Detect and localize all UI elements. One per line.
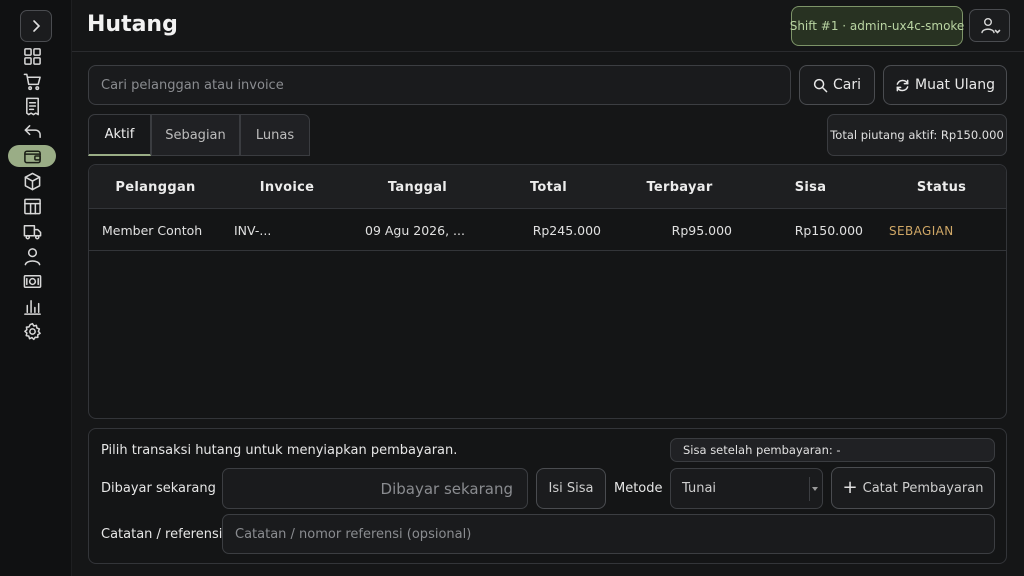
method-label: Metode: [614, 481, 663, 496]
total-active-badge: Total piutang aktif: Rp150.000: [827, 114, 1007, 156]
bar-chart-icon: [23, 299, 41, 315]
note-label: Catatan / referensi: [101, 527, 223, 542]
gear-icon: [23, 322, 41, 340]
status-badge: SEBAGIAN: [889, 223, 954, 238]
tab-sebagian[interactable]: Sebagian: [151, 114, 240, 156]
tab-lunas[interactable]: Lunas: [240, 114, 310, 156]
plus-icon: +: [842, 477, 858, 498]
user-icon: [980, 17, 1000, 34]
sidebar-item-customers[interactable]: [8, 245, 56, 267]
sidebar-item-cash[interactable]: [8, 270, 56, 292]
column-header: Tanggal: [387, 179, 448, 195]
search-input[interactable]: [88, 65, 791, 105]
return-icon: [24, 124, 41, 138]
record-payment-button[interactable]: + Catat Pembayaran: [831, 467, 995, 509]
column-header: Terbayar: [646, 179, 713, 195]
column-header: Total: [529, 179, 567, 195]
sidebar-item-dashboard[interactable]: [8, 45, 56, 67]
sidebar: [0, 0, 72, 576]
receipt-icon: [25, 97, 39, 115]
record-payment-label: Catat Pembayaran: [862, 480, 984, 496]
column-header: Pelanggan: [115, 179, 196, 195]
shift-badge[interactable]: Shift #1 · admin-ux4c-smoke: [790, 6, 964, 46]
search-button[interactable]: Cari: [799, 65, 875, 105]
sidebar-item-reports[interactable]: [8, 295, 56, 317]
wallet-icon: [23, 150, 41, 163]
table-header: Pelanggan Invoice Tanggal Total Terbayar…: [89, 165, 1006, 209]
payment-hint: Pilih transaksi hutang untuk menyiapkan …: [101, 443, 458, 458]
sidebar-item-suppliers[interactable]: [8, 220, 56, 242]
reload-button[interactable]: Muat Ulang: [883, 65, 1007, 105]
cart-icon: [23, 73, 41, 90]
chevron-down-icon: [809, 477, 819, 501]
sidebar-item-returns[interactable]: [8, 120, 56, 142]
pay-now-label: Dibayar sekarang: [101, 481, 216, 496]
cell-customer: Member Contoh: [102, 223, 203, 238]
sidebar-item-transactions[interactable]: [8, 95, 56, 117]
fill-remaining-button[interactable]: Isi Sisa: [536, 468, 606, 509]
truck-icon: [23, 224, 41, 239]
search-icon: [813, 78, 828, 92]
search-button-label: Cari: [833, 77, 861, 93]
cell-paid: Rp95.000: [671, 223, 732, 238]
column-header: Status: [916, 179, 967, 195]
cell-invoice: INV-...: [234, 223, 272, 238]
chevron-right-icon: [33, 20, 41, 32]
cell-remaining: Rp150.000: [794, 223, 863, 238]
payment-method-select[interactable]: Tunai: [670, 468, 823, 509]
sidebar-item-products[interactable]: [8, 170, 56, 192]
sidebar-toggle-button[interactable]: [20, 10, 52, 42]
cell-date: 09 Agu 2026, ...: [365, 223, 465, 238]
reload-button-label: Muat Ulang: [915, 77, 995, 93]
user-menu-button[interactable]: [969, 9, 1010, 42]
dashboard-icon: [23, 47, 41, 65]
debt-table: Pelanggan Invoice Tanggal Total Terbayar…: [88, 164, 1007, 419]
sidebar-item-stock[interactable]: [8, 195, 56, 217]
table-icon: [23, 198, 41, 214]
column-header: Invoice: [259, 179, 315, 195]
user-icon: [24, 247, 40, 265]
sidebar-item-sales[interactable]: [8, 70, 56, 92]
payment-method-value: Tunai: [682, 481, 717, 496]
tab-aktif[interactable]: Aktif: [88, 114, 151, 156]
cash-icon: [23, 274, 41, 288]
box-icon: [24, 172, 40, 190]
refresh-icon: [896, 79, 909, 91]
note-input[interactable]: [222, 514, 995, 554]
table-row[interactable]: Member Contoh INV-... 09 Agu 2026, ... R…: [89, 210, 1006, 251]
page-title: Hutang: [87, 12, 178, 37]
sidebar-item-debts[interactable]: [8, 145, 56, 167]
header: Hutang Shift #1 · admin-ux4c-smoke: [72, 0, 1024, 52]
remaining-after-payment: Sisa setelah pembayaran: -: [670, 438, 995, 462]
pay-now-input[interactable]: [222, 468, 528, 509]
column-header: Sisa: [794, 179, 827, 195]
cell-total: Rp245.000: [532, 223, 601, 238]
sidebar-item-settings[interactable]: [8, 320, 56, 342]
